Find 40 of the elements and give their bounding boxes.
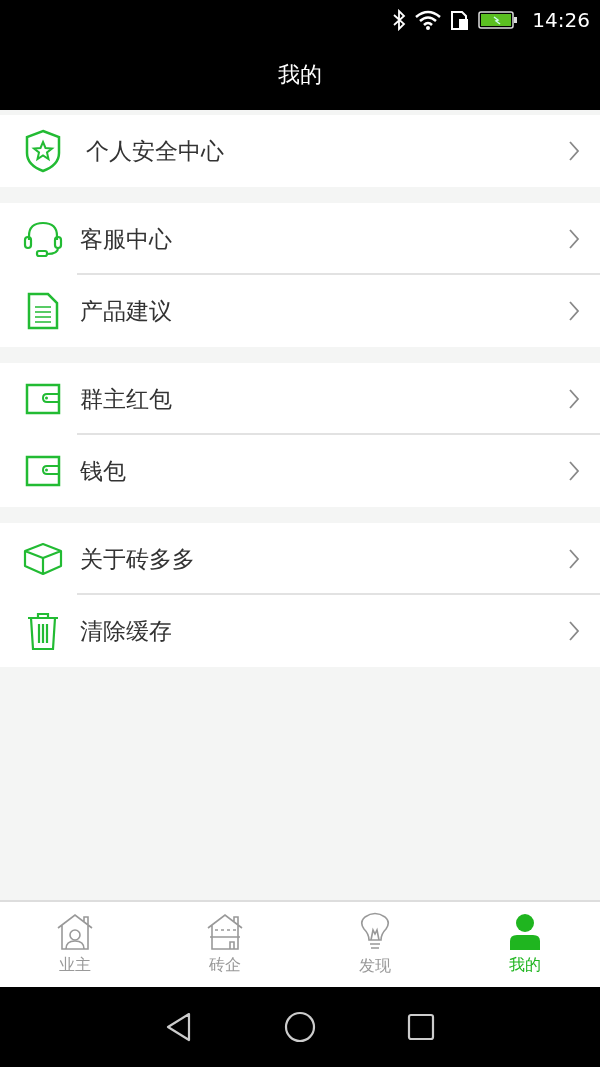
page-title: 我的 (278, 61, 322, 89)
wallet-icon (25, 455, 61, 487)
battery-icon (478, 9, 519, 31)
chevron-right-icon (568, 228, 580, 250)
menu-item[interactable]: 个人安全中心 (0, 115, 600, 187)
headset-icon (23, 220, 63, 258)
status-time: 14:26 (532, 8, 590, 32)
trash-icon (26, 611, 60, 651)
bluetooth-icon (392, 9, 407, 31)
chevron-right-icon (568, 548, 580, 570)
menu-item[interactable]: 钱包 (0, 435, 600, 507)
person-icon (507, 913, 543, 951)
menu-item[interactable]: 客服中心 (0, 203, 600, 275)
wifi-icon (414, 9, 443, 31)
cube-icon (23, 542, 63, 576)
house-person-icon (56, 913, 94, 951)
home-icon[interactable] (284, 1011, 316, 1043)
menu-item-label: 群主红包 (80, 384, 173, 414)
menu-item[interactable]: 关于砖多多 (0, 523, 600, 595)
chevron-right-icon (568, 460, 580, 482)
wallet-icon (25, 383, 61, 415)
recent-apps-icon[interactable] (406, 1013, 435, 1041)
menu-item[interactable]: 清除缓存 (0, 595, 600, 667)
document-icon (27, 292, 59, 330)
chevron-right-icon (568, 388, 580, 410)
house-icon (206, 913, 244, 951)
menu-item-label: 客服中心 (80, 224, 173, 254)
menu-item[interactable]: 产品建议 (0, 275, 600, 347)
chevron-right-icon (568, 300, 580, 322)
chevron-right-icon (568, 620, 580, 642)
menu-item-label: 产品建议 (80, 296, 173, 326)
menu-item[interactable]: 群主红包 (0, 363, 600, 435)
menu-item-label: 个人安全中心 (86, 136, 225, 166)
menu-item-label: 清除缓存 (80, 616, 173, 646)
menu-item-label: 关于砖多多 (80, 544, 196, 574)
chevron-right-icon (568, 140, 580, 162)
lightbulb-icon (358, 912, 392, 952)
sim-card-icon (450, 9, 471, 31)
menu-item-label: 钱包 (80, 456, 127, 486)
shield-star-icon (24, 129, 62, 173)
